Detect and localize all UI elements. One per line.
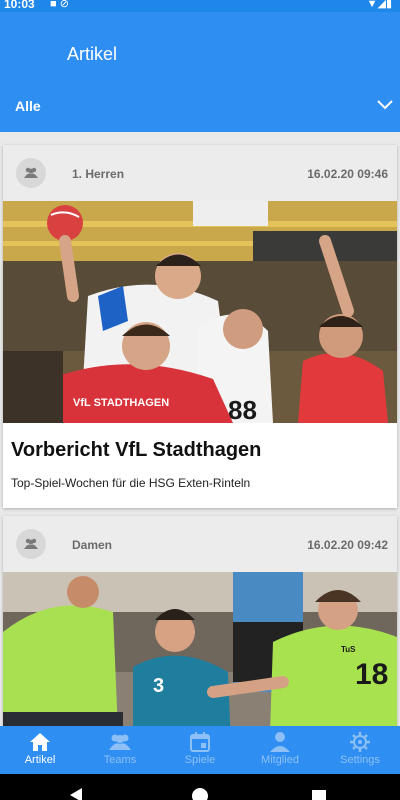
nav-item-mitglied[interactable]: Mitglied xyxy=(240,726,320,774)
team-filter-dropdown[interactable]: Alle xyxy=(0,92,400,122)
article-image: 3 18 TuS xyxy=(3,572,397,726)
article-card[interactable]: Damen 16.02.20 09:42 3 18 TuS xyxy=(3,516,397,726)
article-title: Vorbericht VfL Stadthagen xyxy=(11,439,262,461)
article-card[interactable]: 1. Herren 16.02.20 09:46 88 VfL STADTHAG… xyxy=(3,145,397,508)
nav-item-artikel[interactable]: Artikel xyxy=(0,726,80,774)
home-button-icon[interactable] xyxy=(192,788,208,800)
recent-apps-icon[interactable] xyxy=(312,790,326,800)
svg-text:18: 18 xyxy=(355,658,388,691)
article-team-name: 1. Herren xyxy=(72,167,125,181)
nav-label-spiele: Spiele xyxy=(184,754,216,766)
article-card-header: 1. Herren 16.02.20 09:46 xyxy=(3,145,397,201)
group-icon xyxy=(109,734,131,750)
nav-label-settings: Settings xyxy=(340,754,380,766)
gear-icon xyxy=(350,732,370,752)
page-title: Artikel xyxy=(67,44,118,64)
article-list[interactable]: 1. Herren 16.02.20 09:46 88 VfL STADTHAG… xyxy=(0,132,400,726)
group-icon xyxy=(24,167,38,178)
nav-label-teams: Teams xyxy=(103,754,137,766)
article-subtitle: Top-Spiel-Wochen für die HSG Exten-Rinte… xyxy=(11,476,251,490)
jersey-text: TuS xyxy=(341,645,356,654)
status-bar: 10:03 ■ ⊘ ▼◢▮ xyxy=(0,0,400,12)
svg-text:88: 88 xyxy=(228,395,257,423)
article-date: 16.02.20 09:42 xyxy=(307,538,388,552)
article-image: 88 VfL STADTHAGEN xyxy=(3,201,397,423)
nav-item-settings[interactable]: Settings xyxy=(320,726,400,774)
back-icon[interactable] xyxy=(70,788,82,800)
svg-text:3: 3 xyxy=(153,675,164,697)
home-icon xyxy=(30,733,50,751)
signal-battery-icons: ▼◢▮ xyxy=(366,0,392,10)
article-team-name: Damen xyxy=(72,538,113,552)
chevron-down-icon xyxy=(377,100,393,110)
calendar-icon xyxy=(190,732,210,752)
nav-label-artikel: Artikel xyxy=(24,754,56,766)
status-time: 10:03 xyxy=(4,0,35,11)
bottom-navigation: Artikel Teams Spiele Mitglied Settings xyxy=(0,726,400,774)
jersey-text: VfL STADTHAGEN xyxy=(73,397,169,409)
notification-icons: ■ ⊘ xyxy=(50,0,69,10)
nav-item-spiele[interactable]: Spiele xyxy=(160,726,240,774)
filter-selected-value: Alle xyxy=(15,98,41,114)
article-card-body: Vorbericht VfL Stadthagen Top-Spiel-Woch… xyxy=(3,423,397,508)
person-icon xyxy=(270,732,290,752)
nav-item-teams[interactable]: Teams xyxy=(80,726,160,774)
article-date: 16.02.20 09:46 xyxy=(307,167,388,181)
app-bar: Artikel Alle xyxy=(0,12,400,132)
nav-label-mitglied: Mitglied xyxy=(261,754,299,766)
system-navigation-bar xyxy=(0,774,400,800)
article-card-header: Damen 16.02.20 09:42 xyxy=(3,516,397,572)
team-avatar xyxy=(16,158,46,188)
team-avatar xyxy=(16,529,46,559)
group-icon xyxy=(24,538,38,549)
